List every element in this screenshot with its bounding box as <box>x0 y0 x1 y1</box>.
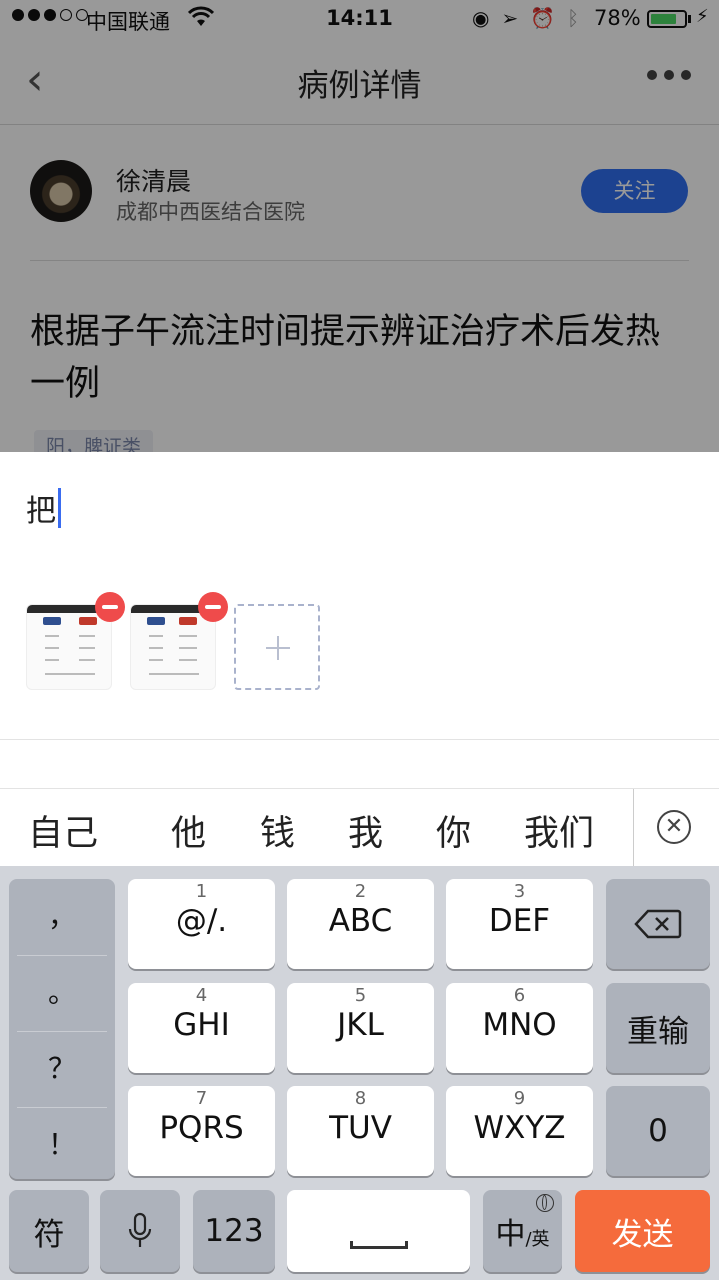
case-detail-page: 中国联通 14:11 ◉➢⏰ᛒ 78% ⚡ ‹ 病例详情 徐清晨 成都中西医结合… <box>0 0 719 452</box>
comment-composer: 把 <box>0 452 719 788</box>
space-button[interactable] <box>287 1190 470 1272</box>
punctuation-column: ， 。 ？ ！ <box>9 879 115 1179</box>
key-7[interactable]: 7 PQRS <box>128 1086 275 1176</box>
keyboard: ， 。 ？ ！ 1 @/. 2 ABC 3 DEF 4 GHI 5 JKL 6 MNO 重输… <box>0 866 719 1280</box>
candidate-word[interactable]: 你 <box>436 805 471 856</box>
text-caret <box>58 488 61 528</box>
candidate-word[interactable]: 自己 <box>28 805 98 856</box>
microphone-icon <box>100 1190 180 1272</box>
key-5[interactable]: 5 JKL <box>287 983 434 1073</box>
key-2[interactable]: 2 ABC <box>287 879 434 969</box>
send-button[interactable]: 发送 <box>575 1190 710 1272</box>
candidate-word[interactable]: 我们 <box>524 805 594 856</box>
language-switch-button[interactable]: 中/英 <box>483 1190 562 1272</box>
key-comma[interactable]: ， <box>9 879 115 954</box>
backspace-icon <box>606 879 710 969</box>
candidate-word[interactable]: 我 <box>348 805 383 856</box>
remove-minus-icon[interactable] <box>95 592 125 622</box>
key-0[interactable]: 0 <box>606 1086 710 1176</box>
key-6[interactable]: 6 MNO <box>446 983 593 1073</box>
symbol-button[interactable]: 符 <box>9 1190 89 1272</box>
delete-button[interactable] <box>606 879 710 969</box>
retype-button[interactable]: 重输 <box>606 983 710 1073</box>
dim-overlay[interactable] <box>0 0 719 452</box>
key-3[interactable]: 3 DEF <box>446 879 593 969</box>
key-8[interactable]: 8 TUV <box>287 1086 434 1176</box>
candidate-bar: 自己 他 钱 我 你 我们 ✕ <box>0 788 719 867</box>
plus-icon[interactable] <box>234 604 320 690</box>
key-period[interactable]: 。 <box>9 955 115 1030</box>
key-1[interactable]: 1 @/. <box>128 879 275 969</box>
microphone-button[interactable] <box>100 1190 180 1272</box>
key-question[interactable]: ？ <box>9 1031 115 1106</box>
key-exclamation[interactable]: ！ <box>9 1107 115 1182</box>
numbers-button[interactable]: 123 <box>193 1190 275 1272</box>
comment-text: 把 <box>26 494 56 529</box>
key-9[interactable]: 9 WXYZ <box>446 1086 593 1176</box>
globe-icon <box>536 1194 554 1212</box>
candidate-word[interactable]: 钱 <box>260 805 295 856</box>
comment-input[interactable]: 把 <box>26 486 61 530</box>
key-4[interactable]: 4 GHI <box>128 983 275 1073</box>
candidate-word[interactable]: 他 <box>171 805 206 856</box>
space-icon <box>350 1241 408 1249</box>
remove-minus-icon[interactable] <box>198 592 228 622</box>
close-circle-icon[interactable]: ✕ <box>657 810 691 844</box>
divider <box>0 739 719 740</box>
divider <box>633 789 634 867</box>
